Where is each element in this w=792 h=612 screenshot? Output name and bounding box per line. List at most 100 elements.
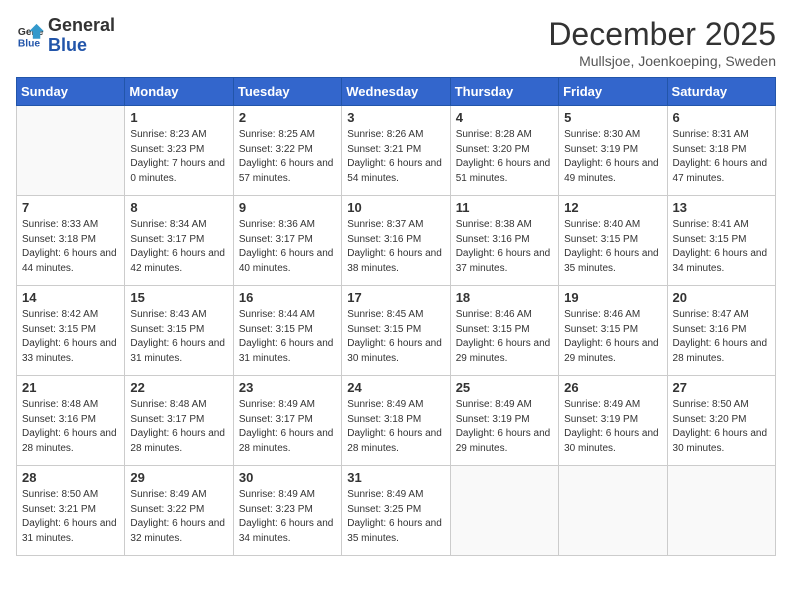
calendar-cell: 31 Sunrise: 8:49 AM Sunset: 3:25 PM Dayli… bbox=[342, 466, 450, 556]
logo: General Blue General Blue bbox=[16, 16, 115, 56]
day-number: 21 bbox=[22, 380, 119, 395]
day-info: Sunrise: 8:49 AM Sunset: 3:19 PM Dayligh… bbox=[456, 398, 553, 456]
day-number: 3 bbox=[347, 110, 444, 125]
weekday-header-tuesday: Tuesday bbox=[233, 78, 341, 106]
day-number: 11 bbox=[456, 200, 553, 215]
calendar-cell: 5 Sunrise: 8:30 AM Sunset: 3:19 PM Daylig… bbox=[559, 106, 667, 196]
calendar-week-3: 14Sunrise: 8:42 AM Sunset: 3:15 PM Dayli… bbox=[17, 286, 776, 376]
calendar-cell: 19Sunrise: 8:46 AM Sunset: 3:15 PM Dayli… bbox=[559, 286, 667, 376]
day-number: 29 bbox=[130, 470, 227, 485]
calendar-cell: 7 Sunrise: 8:33 AM Sunset: 3:18 PM Daylig… bbox=[17, 196, 125, 286]
day-info: Sunrise: 8:37 AM Sunset: 3:16 PM Dayligh… bbox=[347, 218, 444, 276]
calendar-cell: 22Sunrise: 8:48 AM Sunset: 3:17 PM Dayli… bbox=[125, 376, 233, 466]
day-info: Sunrise: 8:49 AM Sunset: 3:22 PM Dayligh… bbox=[130, 488, 227, 546]
day-number: 23 bbox=[239, 380, 336, 395]
day-number: 17 bbox=[347, 290, 444, 305]
svg-text:Blue: Blue bbox=[18, 38, 41, 49]
day-info: Sunrise: 8:42 AM Sunset: 3:15 PM Dayligh… bbox=[22, 308, 119, 366]
day-number: 6 bbox=[673, 110, 770, 125]
calendar-cell: 2Sunrise: 8:25 AM Sunset: 3:22 PM Daylig… bbox=[233, 106, 341, 196]
day-number: 5 bbox=[564, 110, 661, 125]
day-info: Sunrise: 8:46 AM Sunset: 3:15 PM Dayligh… bbox=[564, 308, 661, 366]
day-number: 24 bbox=[347, 380, 444, 395]
day-info: Sunrise: 8:41 AM Sunset: 3:15 PM Dayligh… bbox=[673, 218, 770, 276]
calendar-cell: 8 Sunrise: 8:34 AM Sunset: 3:17 PM Daylig… bbox=[125, 196, 233, 286]
day-number: 18 bbox=[456, 290, 553, 305]
calendar-cell bbox=[450, 466, 558, 556]
calendar-cell: 30Sunrise: 8:49 AM Sunset: 3:23 PM Dayli… bbox=[233, 466, 341, 556]
day-info: Sunrise: 8:49 AM Sunset: 3:25 PM Dayligh… bbox=[347, 488, 444, 546]
day-number: 30 bbox=[239, 470, 336, 485]
location: Mullsjoe, Joenkoeping, Sweden bbox=[548, 53, 776, 69]
calendar-cell: 9Sunrise: 8:36 AM Sunset: 3:17 PM Daylig… bbox=[233, 196, 341, 286]
calendar-cell: 21 Sunrise: 8:48 AM Sunset: 3:16 PM Dayli… bbox=[17, 376, 125, 466]
day-number: 8 bbox=[130, 200, 227, 215]
day-info: Sunrise: 8:33 AM Sunset: 3:18 PM Dayligh… bbox=[22, 218, 119, 276]
calendar-cell: 15 Sunrise: 8:43 AM Sunset: 3:15 PM Dayli… bbox=[125, 286, 233, 376]
calendar-cell: 27 Sunrise: 8:50 AM Sunset: 3:20 PM Dayli… bbox=[667, 376, 775, 466]
day-number: 15 bbox=[130, 290, 227, 305]
day-number: 26 bbox=[564, 380, 661, 395]
day-number: 4 bbox=[456, 110, 553, 125]
day-info: Sunrise: 8:49 AM Sunset: 3:18 PM Dayligh… bbox=[347, 398, 444, 456]
title-block: December 2025 Mullsjoe, Joenkoeping, Swe… bbox=[548, 16, 776, 69]
day-info: Sunrise: 8:47 AM Sunset: 3:16 PM Dayligh… bbox=[673, 308, 770, 366]
day-info: Sunrise: 8:38 AM Sunset: 3:16 PM Dayligh… bbox=[456, 218, 553, 276]
calendar-cell: 1Sunrise: 8:23 AM Sunset: 3:23 PM Daylig… bbox=[125, 106, 233, 196]
day-info: Sunrise: 8:26 AM Sunset: 3:21 PM Dayligh… bbox=[347, 128, 444, 186]
logo-blue-text: Blue bbox=[48, 35, 87, 55]
calendar-cell: 16 Sunrise: 8:44 AM Sunset: 3:15 PM Dayli… bbox=[233, 286, 341, 376]
calendar-cell: 10 Sunrise: 8:37 AM Sunset: 3:16 PM Dayli… bbox=[342, 196, 450, 286]
calendar-cell bbox=[559, 466, 667, 556]
weekday-header-row: SundayMondayTuesdayWednesdayThursdayFrid… bbox=[17, 78, 776, 106]
calendar-week-4: 21 Sunrise: 8:48 AM Sunset: 3:16 PM Dayli… bbox=[17, 376, 776, 466]
day-info: Sunrise: 8:48 AM Sunset: 3:16 PM Dayligh… bbox=[22, 398, 119, 456]
calendar-cell: 26 Sunrise: 8:49 AM Sunset: 3:19 PM Dayli… bbox=[559, 376, 667, 466]
day-number: 7 bbox=[22, 200, 119, 215]
calendar-cell: 14Sunrise: 8:42 AM Sunset: 3:15 PM Dayli… bbox=[17, 286, 125, 376]
calendar-header: SundayMondayTuesdayWednesdayThursdayFrid… bbox=[17, 78, 776, 106]
weekday-header-thursday: Thursday bbox=[450, 78, 558, 106]
day-number: 13 bbox=[673, 200, 770, 215]
day-number: 1 bbox=[130, 110, 227, 125]
day-number: 10 bbox=[347, 200, 444, 215]
weekday-header-monday: Monday bbox=[125, 78, 233, 106]
weekday-header-wednesday: Wednesday bbox=[342, 78, 450, 106]
day-info: Sunrise: 8:44 AM Sunset: 3:15 PM Dayligh… bbox=[239, 308, 336, 366]
day-number: 27 bbox=[673, 380, 770, 395]
day-number: 2 bbox=[239, 110, 336, 125]
calendar-cell: 6 Sunrise: 8:31 AM Sunset: 3:18 PM Daylig… bbox=[667, 106, 775, 196]
day-number: 22 bbox=[130, 380, 227, 395]
day-number: 25 bbox=[456, 380, 553, 395]
day-number: 20 bbox=[673, 290, 770, 305]
calendar-cell: 25 Sunrise: 8:49 AM Sunset: 3:19 PM Dayli… bbox=[450, 376, 558, 466]
weekday-header-sunday: Sunday bbox=[17, 78, 125, 106]
calendar-week-1: 1Sunrise: 8:23 AM Sunset: 3:23 PM Daylig… bbox=[17, 106, 776, 196]
calendar-cell: 3 Sunrise: 8:26 AM Sunset: 3:21 PM Daylig… bbox=[342, 106, 450, 196]
day-info: Sunrise: 8:30 AM Sunset: 3:19 PM Dayligh… bbox=[564, 128, 661, 186]
day-info: Sunrise: 8:50 AM Sunset: 3:21 PM Dayligh… bbox=[22, 488, 119, 546]
day-info: Sunrise: 8:31 AM Sunset: 3:18 PM Dayligh… bbox=[673, 128, 770, 186]
calendar-cell: 17 Sunrise: 8:45 AM Sunset: 3:15 PM Dayli… bbox=[342, 286, 450, 376]
month-title: December 2025 bbox=[548, 16, 776, 53]
calendar-cell: 4Sunrise: 8:28 AM Sunset: 3:20 PM Daylig… bbox=[450, 106, 558, 196]
calendar-body: 1Sunrise: 8:23 AM Sunset: 3:23 PM Daylig… bbox=[17, 106, 776, 556]
day-number: 9 bbox=[239, 200, 336, 215]
day-info: Sunrise: 8:34 AM Sunset: 3:17 PM Dayligh… bbox=[130, 218, 227, 276]
calendar-cell: 20 Sunrise: 8:47 AM Sunset: 3:16 PM Dayli… bbox=[667, 286, 775, 376]
day-number: 16 bbox=[239, 290, 336, 305]
day-info: Sunrise: 8:45 AM Sunset: 3:15 PM Dayligh… bbox=[347, 308, 444, 366]
calendar-cell bbox=[17, 106, 125, 196]
calendar-cell: 28Sunrise: 8:50 AM Sunset: 3:21 PM Dayli… bbox=[17, 466, 125, 556]
day-info: Sunrise: 8:43 AM Sunset: 3:15 PM Dayligh… bbox=[130, 308, 227, 366]
calendar-cell: 12Sunrise: 8:40 AM Sunset: 3:15 PM Dayli… bbox=[559, 196, 667, 286]
calendar-cell bbox=[667, 466, 775, 556]
day-number: 31 bbox=[347, 470, 444, 485]
calendar-cell: 11 Sunrise: 8:38 AM Sunset: 3:16 PM Dayli… bbox=[450, 196, 558, 286]
day-info: Sunrise: 8:50 AM Sunset: 3:20 PM Dayligh… bbox=[673, 398, 770, 456]
calendar-table: SundayMondayTuesdayWednesdayThursdayFrid… bbox=[16, 77, 776, 556]
day-info: Sunrise: 8:49 AM Sunset: 3:17 PM Dayligh… bbox=[239, 398, 336, 456]
day-info: Sunrise: 8:49 AM Sunset: 3:19 PM Dayligh… bbox=[564, 398, 661, 456]
calendar-cell: 13 Sunrise: 8:41 AM Sunset: 3:15 PM Dayli… bbox=[667, 196, 775, 286]
weekday-header-friday: Friday bbox=[559, 78, 667, 106]
